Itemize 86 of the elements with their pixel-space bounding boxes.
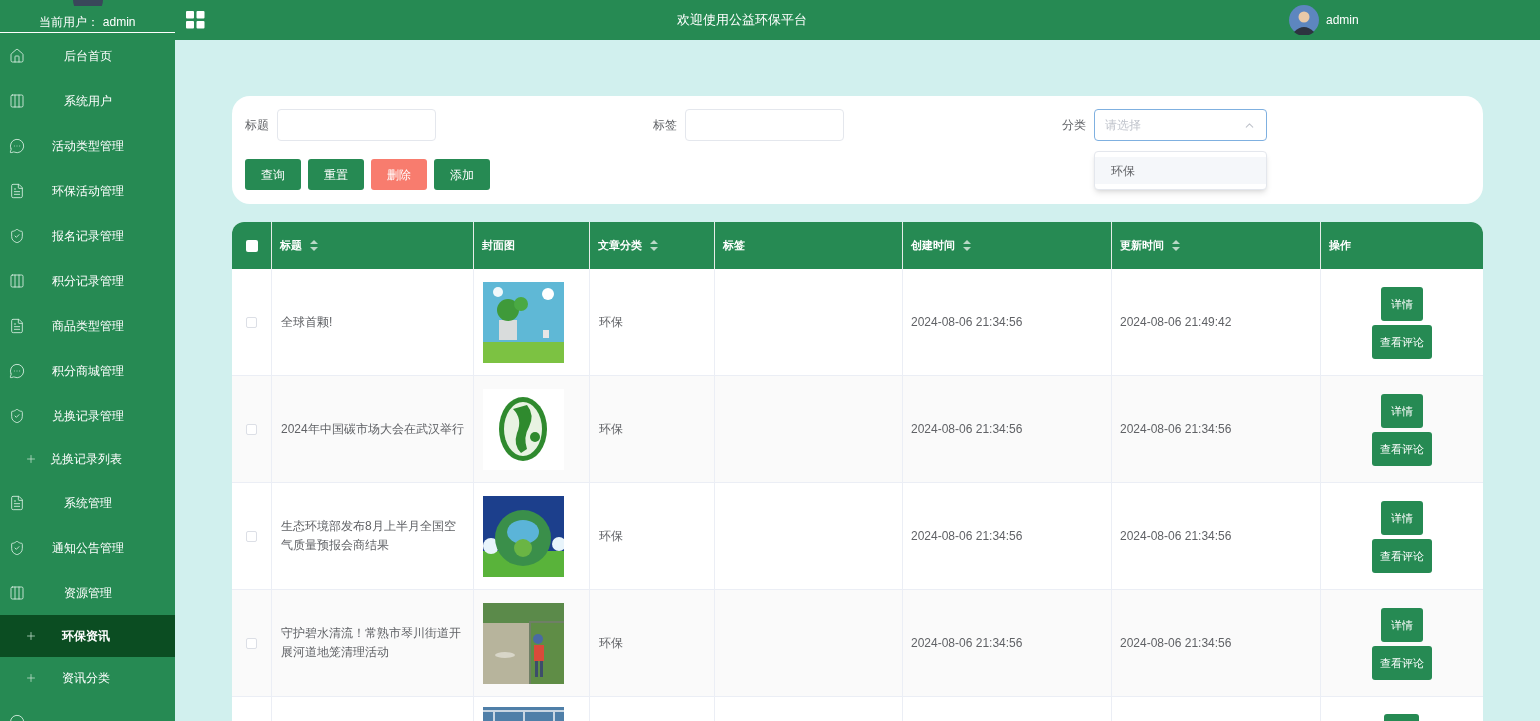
table-cell-text: 环保 [599,635,623,652]
sort-icon[interactable] [650,240,658,251]
table-cell-text: 2024-08-06 21:34:56 [1120,421,1232,438]
sort-icon[interactable] [1172,240,1180,251]
text-field[interactable] [685,109,845,141]
plus-icon [25,453,37,465]
plus-icon [25,672,37,684]
row-checkbox[interactable] [246,637,257,649]
shield-icon [9,407,25,424]
sort-icon[interactable] [963,240,971,251]
sidebar-item[interactable]: 环保资讯 [0,615,175,657]
table-cell-text: 2024-08-06 21:34:56 [911,314,1023,331]
field-label: 分类 [1061,117,1086,134]
table-cell-text: 2024-08-06 21:34:56 [911,528,1023,545]
field-label: 标签 [653,117,678,134]
document-icon [9,317,25,334]
table-cell-text: 2024-08-06 21:34:56 [911,421,1023,438]
table-cell-text: 2024-08-06 21:49:42 [1120,314,1232,331]
detail-button[interactable]: 详情 [1380,501,1423,535]
sidebar-item[interactable]: 系统用户 [0,78,175,123]
table-cell-text: 环保 [599,421,623,438]
row-checkbox[interactable] [246,423,257,435]
sidebar-item[interactable]: 活动类型管理 [0,123,175,168]
sidebar-item[interactable]: 通知公告管理 [0,525,175,570]
table-cell-text: 2024-08-06 21:34:56 [911,635,1023,652]
table-cell-text: 生态环境部发布8月上半月全国空气质量预报会商结果 [281,518,457,554]
sidebar-item[interactable]: 兑换记录管理 [0,393,175,438]
field-label: 标题 [245,117,269,134]
avatar-icon [72,0,103,6]
home-icon [9,47,25,64]
action-button[interactable]: 重置 [308,159,364,190]
shield-icon [9,227,25,244]
table-cell-text: 守护碧水清流！常熟市琴川街道开展河道地笼清理活动 [281,625,462,661]
table-cell-text: 2024-08-06 21:34:56 [1120,528,1232,545]
sidebar-item[interactable]: 兑换记录列表 [0,438,175,480]
sidebar-item[interactable]: 后台首页 [0,33,175,78]
view-comments-button[interactable]: 查看评论 [1371,646,1432,680]
page-title: 欢迎使用公益环保平台 [677,11,807,30]
document-icon [9,182,25,199]
action-button[interactable]: 删除 [371,159,427,190]
row-checkbox[interactable] [246,316,257,328]
detail-button[interactable]: 详情 [1380,394,1423,428]
sidebar-item[interactable]: 积分商城管理 [0,348,175,393]
column-header: 标题 [280,238,302,254]
action-button[interactable]: 添加 [434,159,490,190]
sidebar-item[interactable]: 资源管理 [0,570,175,615]
view-comments-button[interactable]: 查看评论 [1371,325,1432,359]
current-user-label: 当前用户： admin [39,15,136,29]
sidebar-item[interactable]: 报名记录管理 [0,213,175,258]
user-avatar-icon[interactable] [1289,5,1319,35]
action-button[interactable]: 查询 [245,159,301,190]
table-cell-text: 全球首颗! [281,313,333,331]
table-cell-text: 2024-08-06 21:34:56 [1120,635,1232,652]
chat-bubble-icon [9,362,25,379]
table-cell-text: 环保 [599,314,623,331]
sidebar-item[interactable]: 资讯分类 [0,657,175,699]
columns-icon [9,92,25,109]
sidebar-item[interactable]: 环保活动管理 [0,168,175,213]
columns-icon [9,584,25,601]
column-header: 标签 [723,238,745,254]
select-all-checkbox[interactable] [245,239,258,252]
grid-menu-icon[interactable] [186,11,205,29]
document-icon [9,494,25,511]
view-comments-button[interactable]: 查看评论 [1371,539,1432,573]
sort-icon[interactable] [310,240,318,251]
username-label: admin [1326,12,1359,29]
view-comments-button[interactable]: 查看评论 [1371,432,1432,466]
column-header: 创建时间 [911,238,955,254]
shield-icon [9,539,25,556]
column-header: 封面图 [482,238,515,254]
text-field[interactable] [277,109,436,141]
sidebar-item[interactable]: 商品类型管理 [0,303,175,348]
table-cell-text: 环保 [599,528,623,545]
sidebar-item[interactable]: 积分记录管理 [0,258,175,303]
chat-bubble-icon [9,137,25,154]
detail-button[interactable]: 详情 [1380,287,1423,321]
sidebar-item[interactable]: 系统管理 [0,480,175,525]
column-header: 文章分类 [598,238,642,254]
detail-button[interactable]: 详情 [1380,608,1423,642]
column-header: 更新时间 [1120,238,1164,254]
columns-icon [9,272,25,289]
plus-icon [25,630,37,642]
row-checkbox[interactable] [246,530,257,542]
column-header: 操作 [1329,238,1351,254]
dropdown-option[interactable]: 环保 [1094,157,1266,184]
table-cell-text: 2024年中国碳市场大会在武汉举行 [281,420,464,438]
